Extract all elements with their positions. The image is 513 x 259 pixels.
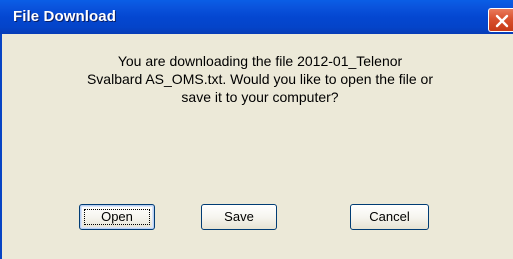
save-button[interactable]: Save xyxy=(201,204,277,230)
message-line-3: save it to your computer? xyxy=(181,89,339,105)
window-border xyxy=(0,34,2,259)
download-message: You are downloading the file 2012-01_Tel… xyxy=(40,52,480,106)
title-bar[interactable]: File Download xyxy=(0,0,513,34)
cancel-button-label: Cancel xyxy=(369,209,410,224)
open-button[interactable]: Open xyxy=(79,204,155,230)
save-button-label: Save xyxy=(224,209,254,224)
close-button[interactable] xyxy=(488,8,513,32)
cancel-button[interactable]: Cancel xyxy=(350,204,429,230)
window-title: File Download xyxy=(13,8,116,25)
file-download-dialog: File Download You are downloading the fi… xyxy=(0,0,513,259)
message-line-2: Svalbard AS_OMS.txt. Would you like to o… xyxy=(86,71,434,87)
message-line-1: You are downloading the file 2012-01_Tel… xyxy=(117,53,403,69)
close-icon xyxy=(495,14,509,28)
focus-rectangle xyxy=(84,209,150,225)
